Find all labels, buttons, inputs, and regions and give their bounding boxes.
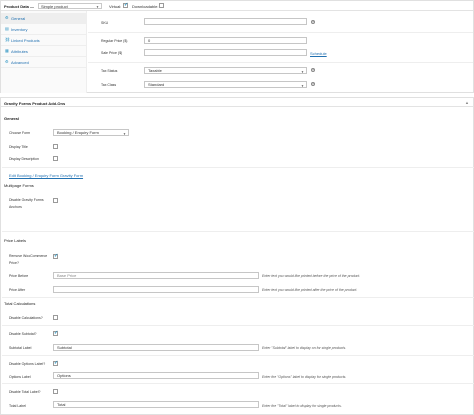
gravity-forms-header[interactable]: Gravity Forms Product Add-Ons ▲ xyxy=(1,98,473,107)
schedule-link[interactable]: Schedule xyxy=(310,51,327,56)
subtotal-label-input[interactable]: Subtotal xyxy=(53,344,259,351)
total-label-label: Total Label xyxy=(9,404,26,408)
disable-anchors-label: Disable Gravity Forms xyxy=(9,198,44,202)
downloadable-label: Downloadable: xyxy=(132,4,159,9)
total-hint: Enter the "Total" label to display for s… xyxy=(262,404,342,408)
disable-subtotal-label: Disable Subtotal? xyxy=(9,332,37,336)
sku-input[interactable] xyxy=(144,18,307,25)
gear-icon: ⚙ xyxy=(5,15,9,20)
divider xyxy=(2,297,474,298)
tax-status-label: Tax Status xyxy=(101,69,118,73)
edit-form-link[interactable]: Edit Booking / Enquiry Form Gravity Form xyxy=(9,173,83,178)
sku-label: SKU xyxy=(101,21,109,25)
price-after-input[interactable] xyxy=(53,286,259,293)
tax-status-select[interactable]: Taxable ▼ xyxy=(144,67,307,74)
display-description-label: Display Description xyxy=(9,157,39,161)
chevron-down-icon: ▼ xyxy=(301,84,304,88)
disable-calcs-checkbox[interactable] xyxy=(53,315,58,320)
tab-advanced-label: Advanced xyxy=(11,60,29,65)
tab-advanced[interactable]: ⚙ Advanced xyxy=(1,57,87,68)
total-calc-section-title: Total Calculations xyxy=(4,301,36,306)
remove-price-checkbox[interactable] xyxy=(53,254,58,259)
tab-inventory[interactable]: ▤ Inventory xyxy=(1,24,87,35)
subtotal-label-label: Subtotal Label xyxy=(9,346,32,350)
chevron-down-icon: ▼ xyxy=(96,5,99,9)
tab-attributes[interactable]: ▦ Attributes xyxy=(1,46,87,57)
help-icon: ? xyxy=(311,68,315,72)
tab-linked-products-label: Linked Products xyxy=(11,38,40,43)
divider xyxy=(2,355,474,356)
help-icon: ? xyxy=(311,82,315,86)
options-hint: Enter the "Options" label to display for… xyxy=(262,375,347,379)
tab-general[interactable]: ⚙ General xyxy=(1,13,87,24)
tab-linked-products[interactable]: ⛓ Linked Products xyxy=(1,35,87,46)
price-before-hint: Enter text you would like printed before… xyxy=(262,274,361,278)
downloadable-checkbox[interactable] xyxy=(159,3,164,8)
remove-price-label-2: Price? xyxy=(9,261,19,265)
gravity-forms-panel: Gravity Forms Product Add-Ons ▲ General … xyxy=(0,97,474,415)
product-data-header: Product Data — Simple product ▼ Virtual:… xyxy=(1,1,473,11)
attributes-icon: ▦ xyxy=(5,48,9,53)
chevron-down-icon: ▼ xyxy=(301,70,304,74)
display-description-checkbox[interactable] xyxy=(53,156,58,161)
virtual-checkbox[interactable] xyxy=(123,3,128,8)
divider xyxy=(88,32,473,33)
divider xyxy=(2,231,474,232)
options-label-label: Options Label xyxy=(9,375,31,379)
choose-form-value: Booking / Enquiry Form xyxy=(57,130,99,135)
link-icon: ⛓ xyxy=(5,37,11,42)
divider xyxy=(2,383,474,384)
inventory-icon: ▤ xyxy=(5,26,9,31)
choose-form-label: Choose Form xyxy=(9,131,31,135)
total-label-input[interactable]: Total xyxy=(53,401,259,408)
regular-price-input[interactable]: 0 xyxy=(144,37,307,44)
tax-class-select[interactable]: Standard ▼ xyxy=(144,81,307,88)
price-after-hint: Enter text you would like printed after … xyxy=(262,288,358,292)
tax-status-value: Taxable xyxy=(148,68,162,73)
tax-class-value: Standard xyxy=(148,82,165,87)
disable-options-label: Disable Options Label? xyxy=(9,362,46,366)
sale-price-input[interactable] xyxy=(144,49,307,56)
price-labels-section-title: Price Labels xyxy=(4,238,27,243)
general-section-title: General xyxy=(4,116,19,121)
divider xyxy=(2,325,474,326)
price-before-input[interactable]: Base Price xyxy=(53,272,259,279)
disable-calcs-label: Disable Calculations? xyxy=(9,316,43,320)
price-before-label: Price Before xyxy=(9,274,29,278)
regular-price-label: Regular Price ($) xyxy=(101,39,128,43)
choose-form-select[interactable]: Booking / Enquiry Form ▼ xyxy=(53,129,129,136)
multipage-section-title: Multipage Forms xyxy=(4,183,34,188)
sale-price-label: Sale Price ($) xyxy=(101,51,123,55)
disable-total-label: Disable Total Label? xyxy=(9,390,41,394)
disable-subtotal-checkbox[interactable] xyxy=(53,331,58,336)
tab-attributes-label: Attributes xyxy=(11,49,28,54)
product-data-tabs: ⚙ General ▤ Inventory ⛓ Linked Products … xyxy=(1,11,87,93)
display-title-label: Display Title xyxy=(9,145,28,149)
tab-general-label: General xyxy=(11,16,26,21)
gravity-forms-title: Gravity Forms Product Add-Ons xyxy=(4,101,66,106)
display-title-checkbox[interactable] xyxy=(53,144,58,149)
product-type-select[interactable]: Simple product ▼ xyxy=(38,3,102,9)
options-label-input[interactable]: Options xyxy=(53,372,259,379)
tab-inventory-label: Inventory xyxy=(11,27,28,32)
product-type-value: Simple product xyxy=(41,4,68,9)
subtotal-hint: Enter "Subtotal" label to display on for… xyxy=(262,346,347,350)
help-icon: ? xyxy=(311,20,315,24)
disable-anchors-label-2: Anchors xyxy=(9,205,22,209)
virtual-label: Virtual: xyxy=(109,4,122,9)
disable-options-checkbox[interactable] xyxy=(53,361,58,366)
remove-price-label: Remove WooCommerce xyxy=(9,254,48,258)
tax-class-label: Tax Class xyxy=(101,83,117,87)
collapse-toggle-icon[interactable]: ▲ xyxy=(465,100,469,105)
chevron-down-icon: ▼ xyxy=(123,132,126,136)
product-data-title: Product Data — xyxy=(4,4,35,9)
disable-anchors-checkbox[interactable] xyxy=(53,198,58,203)
disable-total-checkbox[interactable] xyxy=(53,389,58,394)
divider xyxy=(88,62,473,63)
price-after-label: Price After xyxy=(9,288,26,292)
advanced-gear-icon: ⚙ xyxy=(5,59,9,64)
divider xyxy=(2,167,474,168)
product-data-panel: Product Data — Simple product ▼ Virtual:… xyxy=(0,0,474,93)
